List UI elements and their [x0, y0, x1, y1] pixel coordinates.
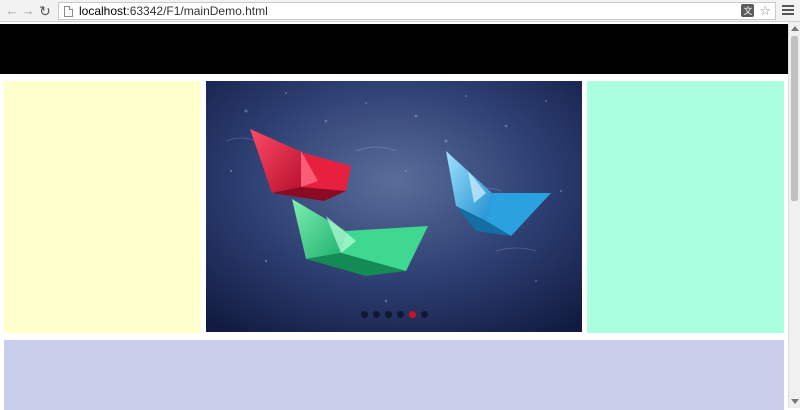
vertical-scrollbar[interactable]: [788, 22, 800, 408]
url-text[interactable]: localhost:63342/F1/mainDemo.html: [79, 4, 268, 18]
slider-dot[interactable]: [384, 311, 392, 318]
left-panel: [4, 81, 200, 333]
scroll-up-arrow[interactable]: [791, 26, 799, 31]
slider-dot[interactable]: [420, 311, 428, 318]
hamburger-menu-icon[interactable]: [782, 5, 794, 17]
header-bar: [0, 24, 788, 74]
scroll-down-arrow[interactable]: [791, 399, 799, 404]
scroll-thumb[interactable]: [791, 36, 798, 201]
forward-icon[interactable]: →: [20, 3, 36, 19]
url-host: localhost: [79, 4, 127, 18]
page-content: [0, 22, 788, 410]
paper-boats-image: [206, 81, 582, 332]
slider-dot[interactable]: [372, 311, 380, 318]
star-icon[interactable]: ☆: [759, 4, 771, 17]
browser-toolbar: ← → ↻ localhost:63342/F1/mainDemo.html 文…: [0, 0, 800, 22]
url-path: :63342/F1/mainDemo.html: [126, 4, 268, 18]
image-slider[interactable]: [206, 81, 582, 332]
right-panel: [587, 81, 784, 333]
slider-dot-active[interactable]: [408, 311, 416, 318]
translate-icon[interactable]: 文: [741, 4, 755, 17]
slider-dot[interactable]: [360, 311, 368, 318]
slider-dots: [206, 311, 582, 318]
slider-dot[interactable]: [396, 311, 404, 318]
reload-icon[interactable]: ↻: [37, 3, 53, 19]
page-icon: [64, 5, 73, 17]
address-bar[interactable]: localhost:63342/F1/mainDemo.html 文 ☆: [58, 2, 776, 20]
back-icon[interactable]: ←: [4, 3, 20, 19]
footer-panel: [4, 340, 784, 410]
